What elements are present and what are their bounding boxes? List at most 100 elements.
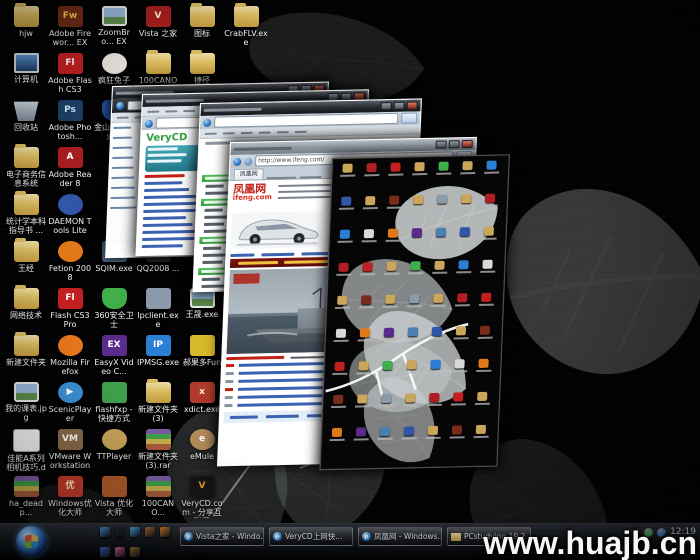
mini-desktop-icon (479, 193, 502, 206)
text-line (113, 137, 132, 139)
ifeng-logo-en: ifeng.com (233, 194, 272, 202)
close-button[interactable] (407, 101, 418, 109)
quick-launch-icon-1[interactable] (100, 527, 110, 537)
mini-desktop-icon (427, 294, 450, 307)
mini-desktop-icon (451, 293, 474, 306)
mini-desktop-icon (471, 392, 494, 405)
mini-desktop-icon (382, 229, 405, 242)
quick-launch-icon-7[interactable] (115, 547, 125, 557)
ifeng-logo[interactable]: 凤凰网 ifeng.com (233, 183, 273, 202)
window-desktop-mini[interactable] (319, 154, 510, 470)
mini-desktop-icons (320, 155, 508, 469)
mini-desktop-icon (356, 262, 379, 275)
mini-desktop-icon (404, 261, 427, 274)
go-button[interactable] (401, 112, 417, 123)
text-line (147, 159, 181, 163)
mini-desktop-icon (352, 361, 375, 374)
back-icon[interactable] (145, 119, 153, 127)
mini-desktop-icon (455, 194, 478, 207)
mini-desktop-icon (379, 295, 402, 308)
back-icon[interactable] (233, 157, 241, 165)
mini-desktop-icon (424, 360, 447, 373)
mini-desktop-icon (422, 426, 445, 439)
mini-desktop-icon (376, 361, 399, 374)
text-line (230, 415, 258, 419)
mini-desktop-icon (334, 230, 357, 243)
quick-launch-bar (100, 527, 172, 557)
quick-launch-icon-5[interactable] (160, 527, 170, 537)
quick-launch-icon-4[interactable] (145, 527, 155, 537)
back-icon[interactable] (116, 102, 124, 110)
text-line (112, 147, 132, 149)
text-line (266, 415, 299, 419)
forward-icon[interactable] (244, 157, 252, 165)
mini-desktop-icon (450, 326, 473, 339)
minimize-button[interactable] (381, 102, 392, 110)
tab-ifeng[interactable]: 凤凰网 (233, 168, 263, 180)
mini-desktop-icon (384, 162, 407, 175)
text-line (110, 197, 135, 200)
mini-desktop-icon (358, 229, 381, 242)
back-icon[interactable] (203, 118, 211, 126)
mini-desktop-icon (407, 195, 430, 208)
text-line (301, 252, 329, 256)
mini-desktop-icon (423, 393, 446, 406)
mini-desktop-icon (332, 263, 355, 276)
text-line (144, 195, 196, 199)
mini-desktop-icon (426, 327, 449, 340)
mini-desktop-icon (360, 163, 383, 176)
text-line (148, 147, 178, 151)
quick-launch-icon-6[interactable] (100, 547, 110, 557)
mini-desktop-icon (350, 427, 373, 440)
mini-desktop-icon (452, 260, 475, 273)
mini-desktop-icon (447, 392, 470, 405)
text-line (145, 174, 185, 178)
mini-desktop-icon (328, 362, 351, 375)
taskbar-buttons: eVista之家 - Windo... eVeryCD上网快... e凤凰网 - W… (180, 527, 531, 546)
mini-desktop-icon (398, 426, 421, 439)
watermark: www.huajb.cn (483, 527, 697, 559)
maximize-button[interactable] (449, 140, 460, 148)
text-line (143, 223, 193, 227)
taskbar-button-3[interactable]: e凤凰网 - Windows... (358, 527, 442, 546)
mini-desktop-icon (330, 329, 353, 342)
text-line (144, 188, 189, 192)
mini-desktop-icon (399, 393, 422, 406)
flip3d-stack: VeryCD (0, 0, 700, 560)
mini-desktop-icon (480, 160, 503, 173)
quick-launch-icon-3[interactable] (130, 527, 140, 537)
text-line (230, 254, 254, 258)
quick-launch-icon-8[interactable] (130, 547, 140, 557)
screen: hjwFwAdobe Firewor... EXZoomBro... EXVVi… (0, 0, 700, 560)
ie-icon: e (273, 532, 282, 541)
text-line (142, 244, 183, 248)
verycd-download-box[interactable] (145, 145, 202, 172)
mini-desktop-icon (402, 327, 425, 340)
minimize-button[interactable] (436, 140, 447, 148)
mini-desktop-icon (432, 161, 455, 174)
text-line (238, 261, 278, 265)
ie-icon: e (184, 532, 193, 541)
mini-desktop-icon (355, 295, 378, 308)
text-line (113, 127, 131, 129)
mini-desktop-icon (406, 228, 429, 241)
close-button[interactable] (462, 140, 473, 148)
mini-desktop-icon (430, 228, 453, 241)
mini-desktop-icon (331, 296, 354, 309)
mini-desktop-icon (335, 196, 358, 209)
mini-desktop-icon (380, 262, 403, 275)
quick-launch-icon-2[interactable] (115, 527, 125, 537)
mini-desktop-icon (448, 359, 471, 372)
mini-desktop-icon (383, 195, 406, 208)
mini-desktop-icon (428, 261, 451, 274)
start-button[interactable] (16, 526, 47, 557)
text-line (147, 153, 186, 157)
text-line (111, 177, 134, 179)
taskbar-button-1[interactable]: eVista之家 - Windo... (180, 527, 264, 546)
text-line (261, 253, 294, 257)
maximize-button[interactable] (394, 102, 405, 110)
mini-desktop-icon (351, 394, 374, 407)
mini-desktop-icon (408, 162, 431, 175)
taskbar-button-2[interactable]: eVeryCD上网快... (269, 527, 353, 546)
car-photo[interactable] (231, 211, 324, 249)
